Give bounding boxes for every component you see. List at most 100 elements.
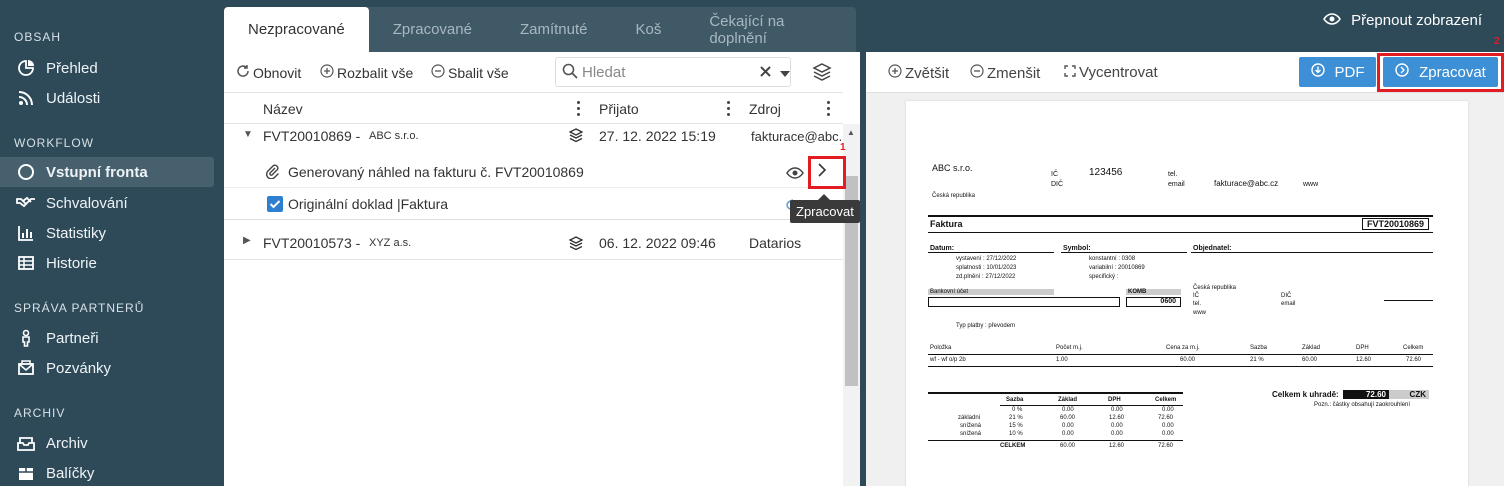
dic-label: DIČ <box>1051 181 1064 188</box>
supplier-country: Česká republika <box>932 193 976 199</box>
zoom-out-label: Zmenšit <box>987 64 1041 82</box>
source: Datarios <box>749 235 802 251</box>
table-row[interactable]: ▼ FVT20010869 - ABC s.r.o. 27. 12. 2022 … <box>224 124 843 156</box>
rss-icon <box>16 88 36 108</box>
vat-cell: snížená <box>960 423 982 429</box>
vat-cell: 0.00 <box>1111 423 1123 429</box>
symbol-line: konstantní : 0308 <box>1089 256 1136 262</box>
www-label: www <box>1193 310 1206 316</box>
vat-cell: snížená <box>960 431 982 437</box>
layers-button[interactable] <box>812 62 832 85</box>
dic-label: DIČ <box>1281 293 1292 299</box>
collapse-all-label: Sbalit vše <box>448 64 509 81</box>
archive-icon <box>16 433 36 453</box>
sidebar-item-label: Schvalování <box>46 194 128 212</box>
tab-kos[interactable]: Koš <box>611 7 685 52</box>
tab-nezpracovane[interactable]: Nezpracované <box>224 7 369 52</box>
list-item[interactable]: Generovaný náhled na fakturu č. FVT20010… <box>224 156 843 188</box>
person-icon <box>16 328 36 348</box>
scroll-up-icon[interactable]: ▲ <box>847 128 855 137</box>
sidebar-item-udalosti[interactable]: Události <box>0 83 214 113</box>
vat-cell: 0.00 <box>1062 423 1074 429</box>
sidebar-item-balicky[interactable]: Balíčky <box>0 458 214 486</box>
divider <box>1191 252 1433 253</box>
invoice-title: Faktura <box>930 219 963 229</box>
refresh-button[interactable]: Obnovit <box>236 64 301 81</box>
to-pay-label: Celkem k uhradě: <box>1272 390 1339 399</box>
table-icon <box>16 253 36 273</box>
download-icon <box>1310 63 1325 81</box>
sidebar-item-statistiky[interactable]: Statistiky <box>0 218 214 248</box>
paperclip-icon <box>265 163 279 182</box>
center-button[interactable]: Vycentrovat <box>1064 64 1158 81</box>
invoice-number: FVT20010869 <box>1362 218 1430 230</box>
vat-header-cell: Sazba <box>1006 397 1024 403</box>
item-cell: 60.00 <box>1180 357 1196 363</box>
section-title-obsah: OBSAH <box>14 30 62 44</box>
sidebar-item-label: Historie <box>46 254 97 272</box>
vat-header-cell: Základ <box>1058 397 1078 403</box>
email-value: fakturace@abc.cz <box>1214 179 1279 188</box>
highlight-box-1 <box>808 156 846 189</box>
invoice-page: ABC s.r.o. Česká republika IČ 123456 DIČ… <box>906 101 1468 486</box>
items-header-cell: Položka <box>930 345 952 351</box>
sidebar-item-historie[interactable]: Historie <box>0 248 214 278</box>
vat-cell: 0.00 <box>1162 423 1174 429</box>
pdf-button[interactable]: PDF <box>1299 57 1376 87</box>
column-menu-icon[interactable] <box>577 100 581 116</box>
vat-cell: 21 % <box>1009 415 1023 421</box>
tab-zamitnute[interactable]: Zamítnuté <box>496 7 612 52</box>
expand-all-button[interactable]: Rozbalit vše <box>320 64 413 81</box>
column-menu-icon[interactable] <box>827 100 831 116</box>
eye-icon[interactable] <box>786 166 804 182</box>
pdf-label: PDF <box>1334 63 1365 81</box>
pdf-viewer[interactable]: ABC s.r.o. Česká republika IČ 123456 DIČ… <box>866 92 1504 486</box>
sidebar-item-partneri[interactable]: Partneři <box>0 323 214 353</box>
items-header-cell: Počet m.j. <box>1056 345 1083 351</box>
sidebar-item-pozvanky[interactable]: Pozvánky <box>0 353 214 383</box>
list-item[interactable]: Originální doklad |Faktura <box>224 188 843 220</box>
buyer-country: Česká republika <box>1193 285 1237 291</box>
eye-icon <box>1323 12 1342 29</box>
divider <box>1061 252 1187 253</box>
sidebar-item-prehled[interactable]: Přehled <box>0 53 214 83</box>
tab-cekajici[interactable]: Čekající na doplnění <box>685 7 856 52</box>
tab-zpracovane[interactable]: Zpracované <box>369 7 496 52</box>
vat-cell: 10 % <box>1009 431 1023 437</box>
email-label: email <box>1281 301 1296 307</box>
sidebar-item-vstupni-fronta[interactable]: Vstupní fronta <box>0 157 214 187</box>
handshake-icon <box>16 193 36 213</box>
sidebar-item-schvalovani[interactable]: Schvalování <box>0 188 214 218</box>
received-date: 27. 12. 2022 15:19 <box>599 128 716 144</box>
zoom-in-button[interactable]: Zvětšit <box>888 64 949 82</box>
symbol-line: specifický : <box>1089 274 1119 280</box>
collapse-triangle-icon[interactable]: ▼ <box>243 129 253 140</box>
bank-account-box <box>928 297 1120 307</box>
column-header-name[interactable]: Název <box>263 101 303 117</box>
column-header-source[interactable]: Zdroj <box>749 101 781 117</box>
sidebar-item-label: Pozvánky <box>46 359 112 377</box>
clear-search-icon[interactable] <box>760 64 771 80</box>
column-menu-icon[interactable] <box>727 100 731 116</box>
sidebar-item-label: Vstupní fronta <box>46 163 148 181</box>
received-date: 06. 12. 2022 09:46 <box>599 235 716 251</box>
vat-cell: 0.00 <box>1162 431 1174 437</box>
zoom-out-button[interactable]: Zmenšit <box>970 64 1040 82</box>
checkbox[interactable] <box>267 196 283 212</box>
search-input[interactable] <box>582 63 752 81</box>
document-list-panel: Obnovit Rozbalit vše Sbalit vše Název Př… <box>224 52 860 486</box>
sidebar-item-archiv[interactable]: Archiv <box>0 428 214 458</box>
expand-triangle-icon[interactable]: ▶ <box>243 235 251 246</box>
vat-cell: 0.00 <box>1062 407 1074 413</box>
tooltip: Zpracovat <box>790 194 860 223</box>
dropdown-caret-icon[interactable] <box>780 64 790 80</box>
envelope-icon <box>16 358 36 378</box>
toggle-view-button[interactable]: Přepnout zobrazení <box>1323 12 1482 29</box>
column-header-received[interactable]: Přijato <box>599 101 639 117</box>
vat-cell: 0.00 <box>1111 407 1123 413</box>
symbol-line: variabilní : 20010869 <box>1089 265 1145 271</box>
table-row[interactable]: ▶ FVT20010573 - XYZ a.s. 06. 12. 2022 09… <box>224 226 843 260</box>
item-cell: wf - wf o/p 2b <box>930 357 966 363</box>
collapse-all-button[interactable]: Sbalit vše <box>431 64 509 81</box>
vat-cell: základní <box>958 415 981 421</box>
